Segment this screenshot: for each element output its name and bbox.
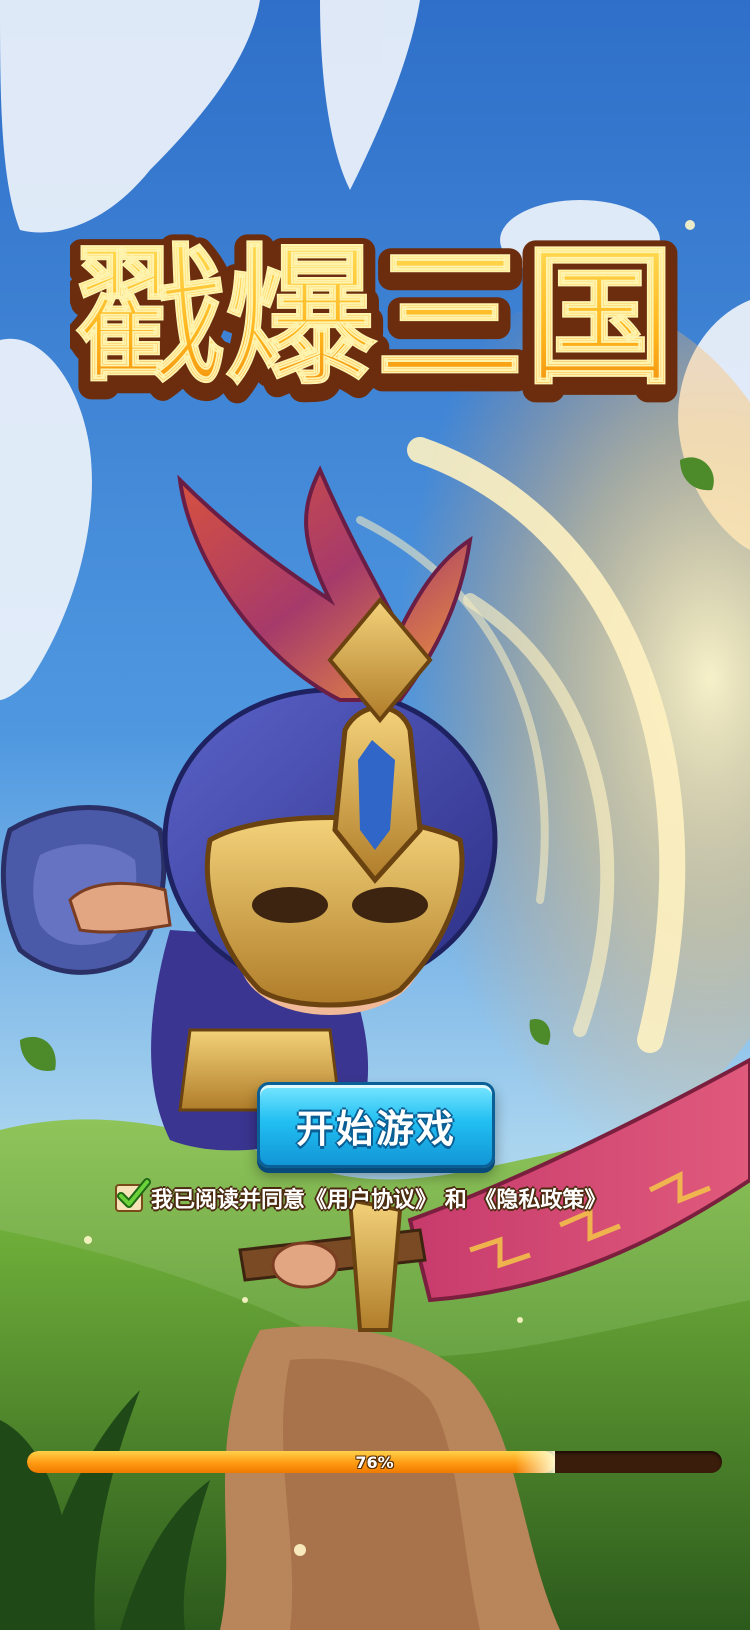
- agreement-text: 我已阅读并同意《用户协议》 和 《隐私政策》: [151, 1182, 606, 1214]
- game-title-logo: 戳爆三国 戳爆三国: [70, 224, 680, 424]
- privacy-policy-link[interactable]: 《隐私政策》: [474, 1188, 606, 1213]
- start-game-button[interactable]: 开始游戏: [257, 1082, 495, 1168]
- loading-progress-label: 76%: [355, 1452, 394, 1472]
- user-agreement-link[interactable]: 《用户协议》: [305, 1188, 437, 1213]
- loading-progress-bar: 76%: [27, 1451, 722, 1473]
- agreement-prefix: 我已阅读并同意: [151, 1188, 306, 1213]
- game-title-text: 戳爆三国: [75, 231, 675, 405]
- start-game-label: 开始游戏: [295, 1106, 456, 1151]
- agreement-checkbox[interactable]: [115, 1178, 151, 1212]
- checkmark-icon: [117, 1178, 151, 1208]
- agreement-connector: 和: [444, 1188, 467, 1213]
- agreement-row: 我已阅读并同意《用户协议》 和 《隐私政策》: [115, 1178, 606, 1216]
